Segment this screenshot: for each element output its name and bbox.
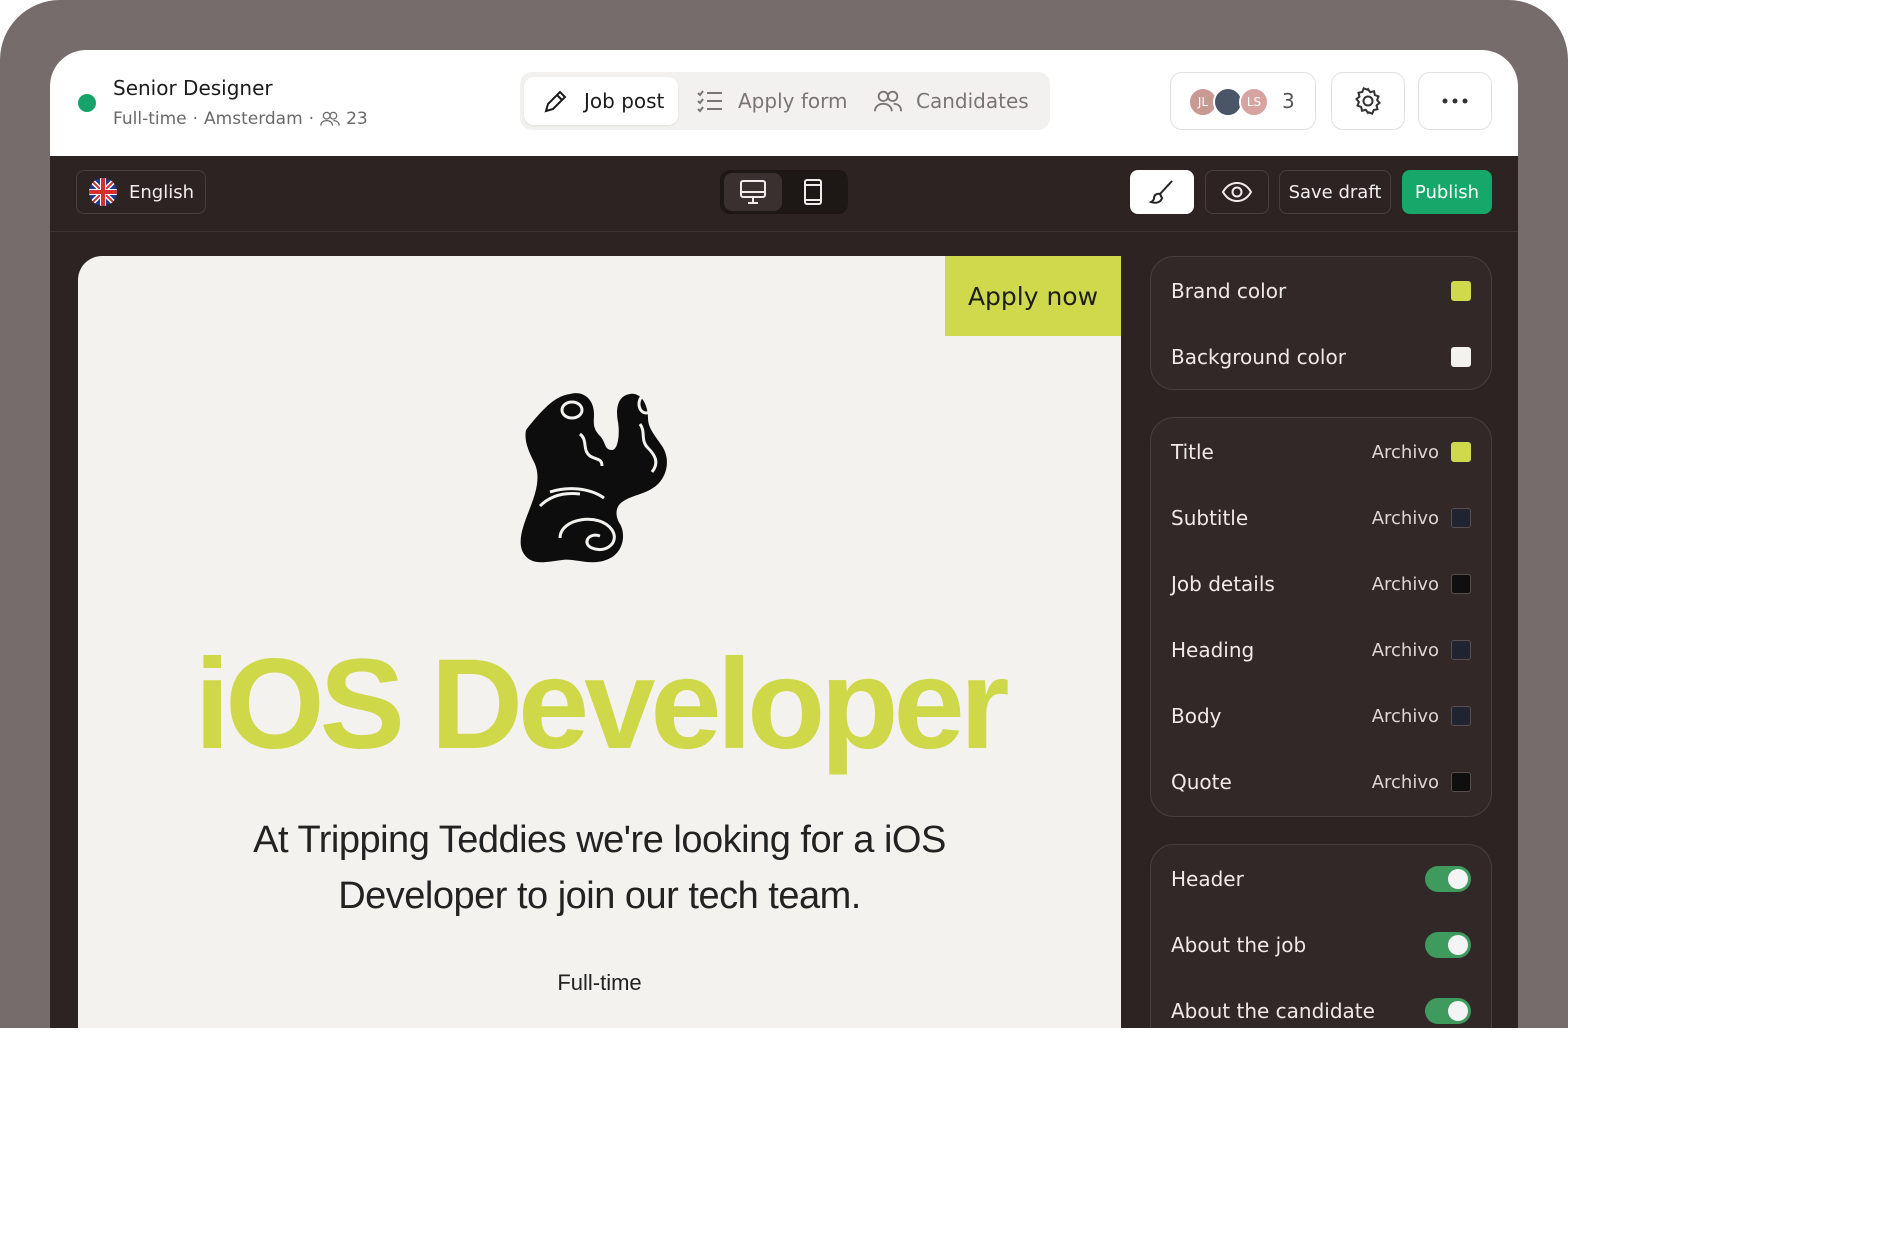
more-options-button[interactable] [1418,72,1492,130]
row-label: Subtitle [1171,506,1249,530]
row-label: Job details [1171,572,1275,596]
row-label: Brand color [1171,279,1287,303]
language-label: English [129,181,194,203]
row-label: About the candidate [1171,999,1375,1023]
settings-button[interactable] [1331,72,1405,130]
font-name[interactable]: Archivo [1372,772,1439,793]
tab-candidates[interactable]: Candidates [874,77,1029,125]
language-selector[interactable]: English [76,170,206,214]
font-row-heading[interactable]: Heading Archivo [1171,630,1471,670]
typography-panel: Title Archivo Subtitle Archivo Job detai… [1150,417,1492,817]
device-frame: Senior Designer Full-time · Amsterdam · … [0,0,1568,1028]
save-draft-button[interactable]: Save draft [1279,170,1391,214]
desktop-icon [740,180,766,204]
mobile-view-button[interactable] [784,173,842,211]
sections-panel: Header About the job About the candidate [1150,844,1492,1028]
section-row-about-job: About the job [1171,925,1471,965]
applicant-count: 23 [346,109,368,129]
users-icon [320,111,340,126]
job-meta: Full-time · Amsterdam · 23 [113,109,368,129]
tab-label: Job post [584,89,665,113]
meta-separator: · [192,109,199,129]
tab-job-post[interactable]: Job post [524,77,678,125]
row-label: Title [1171,440,1214,464]
tab-label: Apply form [738,89,848,113]
mobile-icon [804,179,822,205]
tab-label: Candidates [916,89,1029,113]
tab-apply-form[interactable]: Apply form [696,77,847,125]
about-job-toggle[interactable] [1425,932,1471,958]
device-toggle [720,170,848,214]
row-label: About the job [1171,933,1307,957]
job-type: Full-time [113,109,187,129]
uk-flag-icon [89,178,117,206]
job-subtitle: At Tripping Teddies we're looking for a … [253,819,946,917]
brand-color-row[interactable]: Brand color [1171,271,1471,311]
row-label: Background color [1171,345,1346,369]
font-row-quote[interactable]: Quote Archivo [1171,762,1471,802]
top-header: Senior Designer Full-time · Amsterdam · … [50,50,1518,156]
colors-panel: Brand color Background color [1150,256,1492,390]
color-swatch[interactable] [1451,442,1471,462]
font-name[interactable]: Archivo [1372,574,1439,595]
job-post-preview: Apply now iOS Developer At Tripping Tedd… [78,256,1121,1028]
eye-icon [1221,181,1253,203]
job-title: Senior Designer [113,76,273,100]
background-color-row[interactable]: Background color [1171,337,1471,377]
about-candidate-toggle[interactable] [1425,998,1471,1024]
apply-now-button[interactable]: Apply now [945,256,1121,336]
color-swatch[interactable] [1451,508,1471,528]
section-row-header: Header [1171,859,1471,899]
meta-separator: · [308,109,315,129]
design-button[interactable] [1130,170,1194,214]
header-toggle[interactable] [1425,866,1471,892]
more-icon [1442,98,1468,104]
collaborator-count: 3 [1282,89,1295,113]
font-name[interactable]: Archivo [1372,706,1439,727]
section-row-about-candidate: About the candidate [1171,991,1471,1028]
color-swatch[interactable] [1451,772,1471,792]
font-name[interactable]: Archivo [1372,640,1439,661]
color-swatch[interactable] [1451,574,1471,594]
pencil-icon [544,90,567,113]
font-name[interactable]: Archivo [1372,508,1439,529]
gear-icon [1355,87,1381,115]
row-label: Body [1171,704,1222,728]
font-row-body[interactable]: Body Archivo [1171,696,1471,736]
color-swatch[interactable] [1451,640,1471,660]
brush-icon [1148,180,1173,204]
status-indicator [78,94,96,112]
job-location: Amsterdam [204,109,303,129]
background-color-swatch[interactable] [1451,347,1471,367]
color-swatch[interactable] [1451,706,1471,726]
row-label: Heading [1171,638,1255,662]
desktop-view-button[interactable] [724,173,782,211]
company-logo [520,393,667,563]
checklist-icon [697,90,722,113]
font-row-title[interactable]: Title Archivo [1171,432,1471,472]
font-name[interactable]: Archivo [1372,442,1439,463]
font-row-subtitle[interactable]: Subtitle Archivo [1171,498,1471,538]
collaborators-button[interactable]: JL LS 3 [1170,72,1316,130]
job-title-heading: iOS Developer [194,633,1010,776]
publish-button[interactable]: Publish [1402,170,1492,214]
app-window: Senior Designer Full-time · Amsterdam · … [50,50,1518,1028]
job-type-detail: Full-time [557,970,642,995]
users-icon [874,90,902,112]
row-label: Quote [1171,770,1232,794]
preview-button[interactable] [1205,170,1269,214]
avatar: LS [1239,87,1269,117]
row-label: Header [1171,867,1244,891]
font-row-job-details[interactable]: Job details Archivo [1171,564,1471,604]
brand-color-swatch[interactable] [1451,281,1471,301]
editor-toolbar: English Save draft Publish [50,156,1518,232]
tab-bar: Job post Apply form Candidates [520,72,1050,130]
